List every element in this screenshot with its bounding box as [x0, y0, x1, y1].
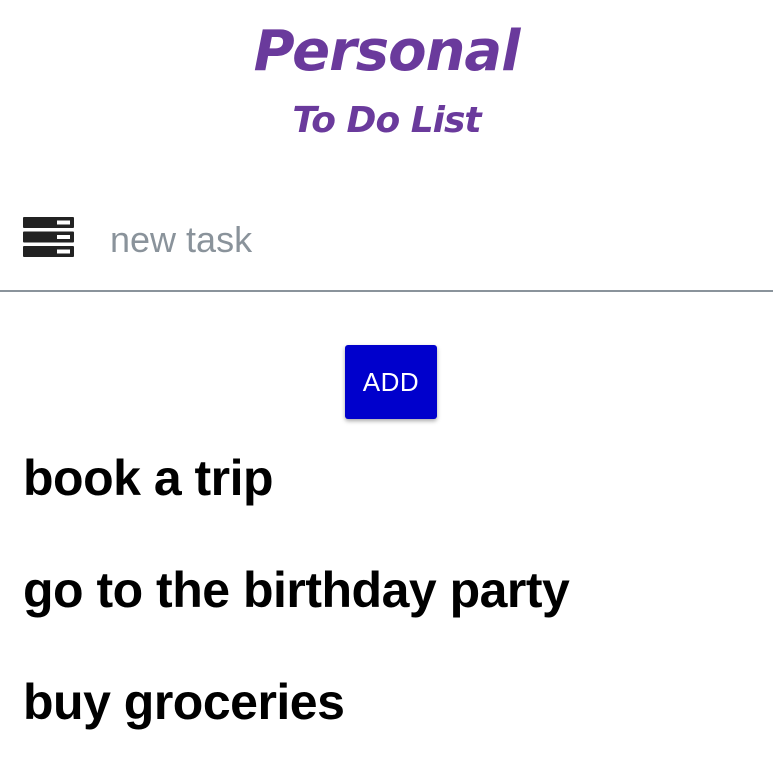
page-title: Personal [253, 19, 521, 84]
task-item[interactable]: go to the birthday party [23, 559, 570, 621]
list-icon [23, 217, 74, 257]
task-item[interactable]: book a trip [23, 447, 569, 509]
task-item[interactable]: buy groceries [23, 671, 569, 733]
page-subtitle: To Do List [292, 100, 481, 141]
new-task-row [0, 200, 773, 292]
new-task-input[interactable] [110, 210, 750, 270]
task-list: book a trip go to the birthday party buy… [23, 447, 570, 783]
add-button[interactable]: ADD [345, 345, 437, 419]
